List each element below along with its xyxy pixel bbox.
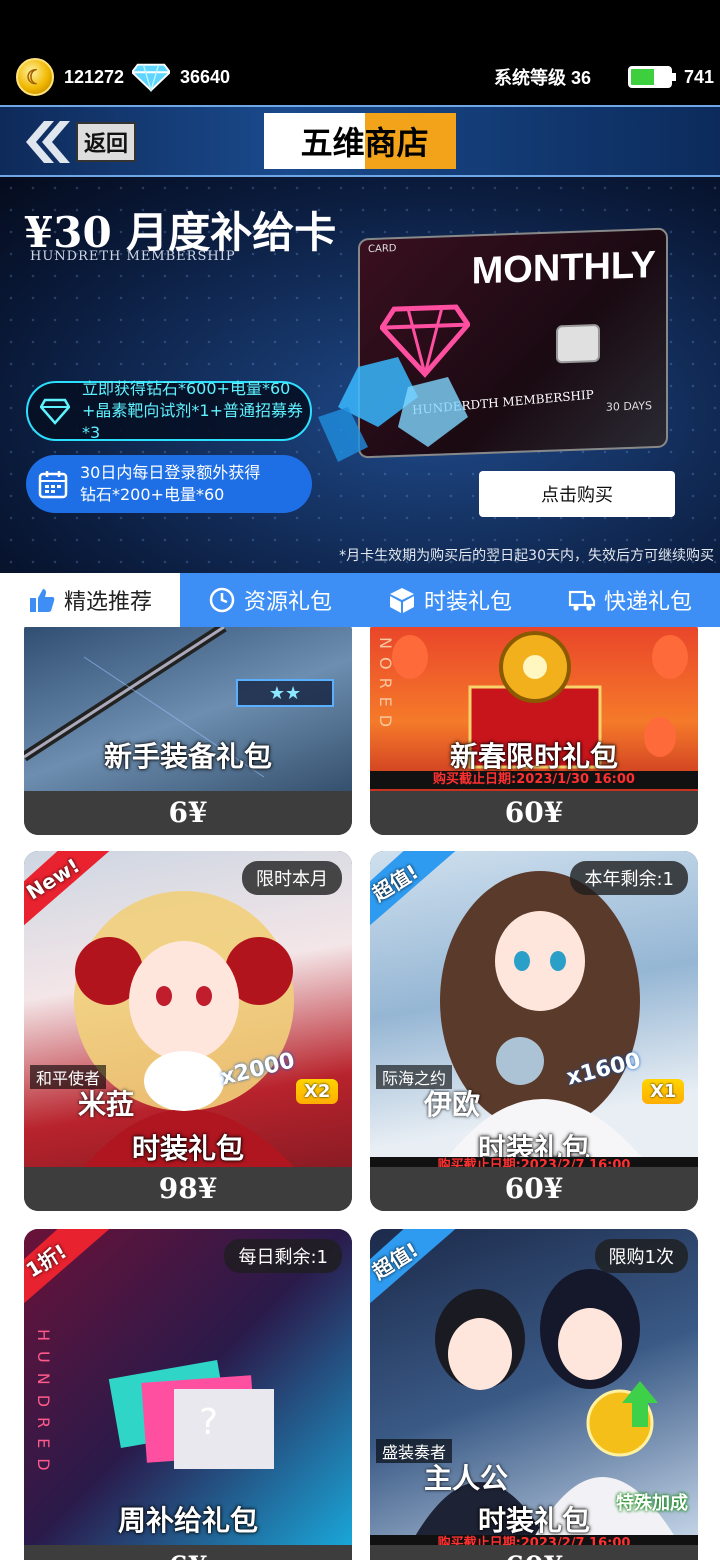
stamina-counter[interactable]: 741 xyxy=(628,58,714,96)
tab-express-label: 快递礼包 xyxy=(603,590,692,615)
category-tabs: 精选推荐 资源礼包 时装礼包 快递礼包 xyxy=(0,573,720,627)
clock-icon xyxy=(209,587,235,613)
product-price: 60¥ xyxy=(370,1545,698,1560)
product-price: 6¥ xyxy=(24,1545,352,1560)
tab-express[interactable]: 快递礼包 xyxy=(540,573,720,627)
new-ribbon: New! xyxy=(24,851,114,927)
product-name: 时装礼包 xyxy=(131,1132,244,1165)
thumbs-up-icon xyxy=(29,589,55,612)
discount-ribbon: 1折! xyxy=(24,1229,114,1305)
product-name: 新春限时礼包 xyxy=(449,740,618,773)
back-button[interactable]: 返回 xyxy=(20,117,137,167)
shop-header: 返回 五维 商店 xyxy=(0,105,720,177)
calendar-icon xyxy=(38,471,68,499)
banner-subtitle: HUNDRETH MEMBERSHIP xyxy=(30,249,236,264)
product-card-weekly[interactable]: ? HUNDRED 1折! 每日剩余:1 周补给礼包 6¥ xyxy=(24,1229,352,1560)
product-price: 60¥ xyxy=(370,791,698,835)
ticket-bonus: X1 xyxy=(642,1079,685,1104)
product-card-spring[interactable]: NORED 新春限时礼包 购买截止日期:2023/1/30 16:00 60¥ xyxy=(370,627,698,835)
limit-badge: 本年剩余:1 xyxy=(570,861,688,895)
ticket-bonus: X2 xyxy=(296,1079,339,1104)
gold-coin-icon xyxy=(586,1381,658,1457)
tab-fashion[interactable]: 时装礼包 xyxy=(360,573,540,627)
product-name: 时装礼包 xyxy=(477,1504,590,1537)
limit-badge: 限时本月 xyxy=(242,861,342,895)
product-card-starter[interactable]: ★★ 新手装备礼包 6¥ xyxy=(24,627,352,835)
limit-badge: 限购1次 xyxy=(594,1239,688,1273)
character-name: 伊欧 xyxy=(424,1088,481,1121)
purchase-deadline: 购买截止日期:2023/1/30 16:00 xyxy=(370,771,698,789)
title-right: 商店 xyxy=(364,113,456,169)
coin-amount: 121272 xyxy=(64,66,125,87)
side-text: NORED xyxy=(376,637,395,736)
value-ribbon: 超值! xyxy=(370,1229,460,1305)
currency-bar: ☾ 121272 36640 系统等级 36 741 xyxy=(0,0,720,105)
card-days: 30 DAYS xyxy=(605,399,652,414)
card-label: CARD xyxy=(368,243,397,256)
daily-reward-info: 30日内每日登录额外获得 钻石*200+电量*60 xyxy=(26,455,312,513)
double-chevron-left-icon xyxy=(26,121,70,163)
system-level: 系统等级 36 xyxy=(494,68,592,88)
product-card-protagonist[interactable]: 超值! 限购1次 盛装奏者 主人公 特殊加成 时装礼包 购买截止日期:2023/… xyxy=(370,1229,698,1560)
svg-text:?: ? xyxy=(199,1402,218,1443)
side-text: HUNDRED xyxy=(34,1329,53,1481)
coin-counter[interactable]: ☾ 121272 xyxy=(16,58,124,96)
stamina-amount: 741 xyxy=(684,66,715,87)
instant-reward-text: 立即获得钻石*600+电量*60 +晶素靶向试剂*1+普通招募券*3 xyxy=(82,379,303,442)
tab-fashion-label: 时装礼包 xyxy=(423,590,512,615)
tab-featured-label: 精选推荐 xyxy=(63,590,152,615)
card-title: MONTHLY xyxy=(471,244,656,293)
product-card-io[interactable]: 超值! 本年剩余:1 际海之约 伊欧 x1600 X1 时装礼包 购买截止日期:… xyxy=(370,851,698,1211)
product-price: 6¥ xyxy=(24,791,352,835)
gem-amount: 36640 xyxy=(180,66,231,87)
tab-resources-label: 资源礼包 xyxy=(243,590,332,615)
coin-icon: ☾ xyxy=(16,58,54,96)
product-grid: ★★ 新手装备礼包 6¥ NORED 新春限时礼包 购买截止日期:2023/1/… xyxy=(0,627,720,1560)
monthly-card-banner: ¥30 月度补给卡 HUNDRETH MEMBERSHIP CARD MONTH… xyxy=(0,177,720,573)
page-title: 五维 商店 xyxy=(264,113,456,169)
product-price: 98¥ xyxy=(24,1167,352,1211)
instant-reward-info: 立即获得钻石*600+电量*60 +晶素靶向试剂*1+普通招募券*3 xyxy=(26,379,312,442)
product-name: 新手装备礼包 xyxy=(103,740,272,773)
truck-icon xyxy=(568,590,596,611)
buy-button[interactable]: 点击购买 xyxy=(479,471,675,517)
daily-reward-text: 30日内每日登录额外获得 钻石*200+电量*60 xyxy=(80,463,261,504)
crystal-icon xyxy=(318,357,468,462)
box-icon xyxy=(389,588,414,613)
diamond-icon xyxy=(132,63,170,92)
title-left: 五维 xyxy=(264,113,365,169)
star-rating: ★★ xyxy=(236,679,334,707)
product-card-mila[interactable]: New! 限时本月 和平使者 米菈 x2000 X2 时装礼包 98¥ xyxy=(24,851,352,1211)
limit-badge: 每日剩余:1 xyxy=(224,1239,342,1273)
tab-resources[interactable]: 资源礼包 xyxy=(180,573,360,627)
tab-featured[interactable]: 精选推荐 xyxy=(0,573,180,627)
chip-icon xyxy=(556,323,600,364)
back-label: 返回 xyxy=(76,122,137,162)
value-ribbon: 超值! xyxy=(370,851,460,927)
character-name: 米菈 xyxy=(78,1088,135,1121)
product-price: 60¥ xyxy=(370,1167,698,1211)
product-name: 周补给礼包 xyxy=(117,1504,258,1537)
battery-icon xyxy=(628,66,676,88)
diamond-icon xyxy=(40,398,70,425)
character-name: 主人公 xyxy=(424,1462,509,1495)
banner-note: *月卡生效期为购买后的翌日起30天内，失效后方可继续购买 xyxy=(339,548,714,564)
gem-counter[interactable]: 36640 xyxy=(132,58,230,96)
